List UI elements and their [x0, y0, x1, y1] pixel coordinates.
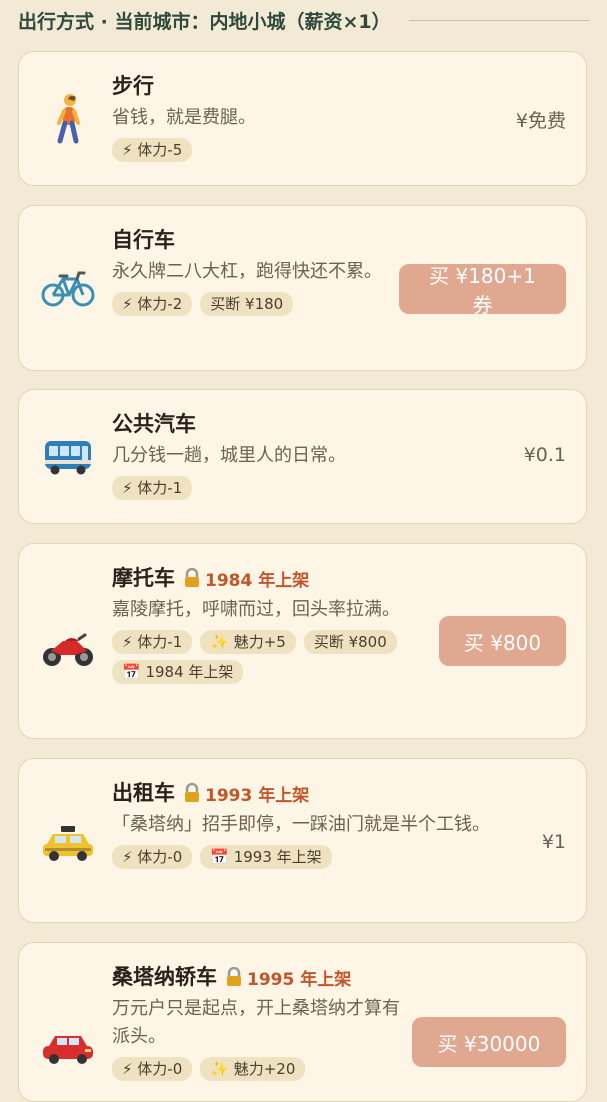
card-content: 摩托车 1984 年上架 嘉陵摩托，呼啸而过，回头率拉满。 ⚡ 体力-1 ✨ 魅… — [112, 564, 406, 684]
lock-icon — [183, 568, 201, 588]
buy-button[interactable]: 买 ¥180+1券 — [399, 264, 566, 317]
transport-card-bicycle[interactable]: 自行车 永久牌二八大杠，跑得快还不累。 ⚡ 体力-2 买断 ¥180 买 ¥18… — [18, 205, 587, 371]
card-content: 步行 省钱，就是费腿。 ⚡ 体力-5 — [112, 72, 406, 162]
card-tags: ⚡ 体力-5 — [112, 138, 406, 162]
buy-button[interactable]: 买 ¥30000 — [412, 1017, 566, 1067]
lock-icon — [225, 967, 243, 987]
card-content: 桑塔纳轿车 1995 年上架 万元户只是起点，开上桑塔纳才算有派头。 ⚡ 体力-… — [112, 963, 406, 1081]
taxi-icon — [41, 817, 95, 871]
price-label: ¥0.1 — [523, 444, 566, 466]
card-description: 嘉陵摩托，呼啸而过，回头率拉满。 — [112, 599, 400, 620]
card-title: 桑塔纳轿车 — [112, 965, 217, 989]
transport-card-motorcycle[interactable]: 摩托车 1984 年上架 嘉陵摩托，呼啸而过，回头率拉满。 ⚡ 体力-1 ✨ 魅… — [18, 543, 587, 739]
walking-person-icon — [41, 92, 95, 146]
price-label: ¥免费 — [515, 110, 566, 132]
lock-icon — [183, 783, 201, 803]
transport-card-taxi[interactable]: 出租车 1993 年上架 「桑塔纳」招手即停，一踩油门就是半个工钱。 ⚡ 体力-… — [18, 758, 587, 923]
card-content: 公共汽车 几分钱一趟，城里人的日常。 ⚡ 体力-1 — [112, 410, 406, 500]
card-tags: ⚡ 体力-0 ✨ 魅力+20 — [112, 1057, 406, 1081]
header-divider — [408, 19, 589, 21]
charm-tag: ✨ 魅力+5 — [200, 630, 296, 654]
transport-card-bus[interactable]: 公共汽车 几分钱一趟，城里人的日常。 ⚡ 体力-1 ¥0.1 — [18, 389, 587, 524]
card-description: 「桑塔纳」招手即停，一踩油门就是半个工钱。 — [112, 814, 490, 835]
unlock-year: 1993 年上架 — [205, 785, 310, 806]
release-year-tag: 📅 1993 年上架 — [200, 845, 332, 869]
buyout-tag: 买断 ¥180 — [200, 292, 294, 316]
buyout-tag: 买断 ¥800 — [303, 630, 397, 654]
bicycle-icon — [41, 262, 95, 316]
card-tags: ⚡ 体力-0 📅 1993 年上架 — [112, 845, 406, 869]
card-tags: ⚡ 体力-2 买断 ¥180 — [112, 292, 406, 316]
section-header: 出行方式 · 当前城市：内地小城（薪资×1） — [18, 4, 589, 36]
price-label: ¥1 — [541, 831, 566, 853]
card-title: 自行车 — [112, 228, 175, 252]
card-title: 公共汽车 — [112, 412, 196, 436]
transport-card-santana[interactable]: 桑塔纳轿车 1995 年上架 万元户只是起点，开上桑塔纳才算有派头。 ⚡ 体力-… — [18, 942, 587, 1102]
stamina-tag: ⚡ 体力-1 — [112, 630, 193, 654]
section-title: 出行方式 · 当前城市：内地小城（薪资×1） — [18, 10, 391, 33]
unlock-year: 1995 年上架 — [247, 969, 352, 990]
stamina-tag: ⚡ 体力-0 — [112, 845, 193, 869]
card-content: 出租车 1993 年上架 「桑塔纳」招手即停，一踩油门就是半个工钱。 ⚡ 体力-… — [112, 779, 490, 869]
motorcycle-icon — [41, 622, 95, 676]
card-title: 摩托车 — [112, 566, 175, 590]
card-description: 几分钱一趟，城里人的日常。 — [112, 445, 346, 466]
bus-icon — [41, 430, 95, 484]
stamina-tag: ⚡ 体力-1 — [112, 476, 193, 500]
car-icon — [41, 1021, 95, 1075]
stamina-tag: ⚡ 体力-2 — [112, 292, 193, 316]
card-title: 出租车 — [112, 781, 175, 805]
card-description: 省钱，就是费腿。 — [112, 107, 256, 128]
card-tags: ⚡ 体力-1 ✨ 魅力+5 买断 ¥800 📅 1984 年上架 — [112, 630, 406, 684]
unlock-year: 1984 年上架 — [205, 570, 310, 591]
card-tags: ⚡ 体力-1 — [112, 476, 406, 500]
transport-card-walk[interactable]: 步行 省钱，就是费腿。 ⚡ 体力-5 ¥免费 — [18, 51, 587, 186]
card-title: 步行 — [112, 74, 154, 98]
card-description: 永久牌二八大杠，跑得快还不累。 — [112, 261, 382, 282]
stamina-tag: ⚡ 体力-0 — [112, 1057, 193, 1081]
buy-button[interactable]: 买 ¥800 — [439, 616, 566, 666]
stamina-tag: ⚡ 体力-5 — [112, 138, 193, 162]
release-year-tag: 📅 1984 年上架 — [112, 660, 244, 684]
charm-tag: ✨ 魅力+20 — [200, 1057, 306, 1081]
card-content: 自行车 永久牌二八大杠，跑得快还不累。 ⚡ 体力-2 买断 ¥180 — [112, 226, 406, 316]
card-description: 万元户只是起点，开上桑塔纳才算有派头。 — [112, 998, 400, 1047]
